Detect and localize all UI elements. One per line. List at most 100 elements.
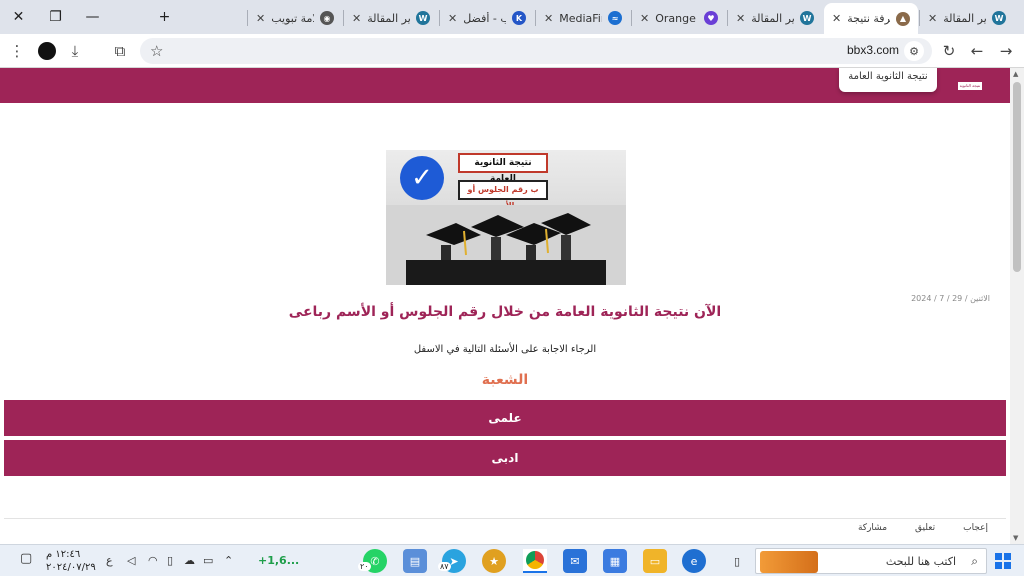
- divider: [4, 518, 1006, 519]
- file-explorer-icon[interactable]: ▭: [643, 549, 667, 573]
- windows-start-icon[interactable]: [995, 553, 1011, 569]
- wifi-icon[interactable]: ◠: [148, 554, 158, 567]
- chrome-icon: ◉: [320, 11, 334, 25]
- option-scientific-button[interactable]: علمى: [4, 400, 1006, 436]
- wordpress-icon: W: [416, 11, 430, 25]
- hero-label-title: نتيجة الثانوية العامة: [458, 153, 548, 184]
- search-highlight-image: [760, 551, 818, 573]
- tab-title: تحرير المقالة: [943, 11, 986, 25]
- tab-title: تحرير المقالة: [751, 11, 794, 25]
- profile-avatar[interactable]: [35, 39, 59, 63]
- language-indicator[interactable]: ع: [106, 554, 113, 567]
- tab-separator: [535, 10, 536, 26]
- browser-tab[interactable]: ▲ معرفة نتيجة ✕: [824, 3, 918, 34]
- close-tab-icon[interactable]: ✕: [352, 12, 361, 25]
- close-tab-icon[interactable]: ✕: [736, 12, 745, 25]
- taskbar-search[interactable]: ⌕ اكتب هنا للبحث: [755, 548, 987, 574]
- stock-widget[interactable]: +1,6...: [258, 554, 299, 567]
- browser-tab[interactable]: ≈ MediaFire ✕: [536, 4, 630, 32]
- browser-toolbar: ⋮ ⤓ ⧉ ☆ bbx3.com ⚙ ↻ ← →: [0, 34, 1024, 68]
- hero-image: ✓ نتيجة الثانوية العامة ب رقم الجلوس أو …: [386, 150, 626, 285]
- close-tab-icon[interactable]: ✕: [640, 12, 649, 25]
- tab-title: معرفة نتيجة: [847, 12, 890, 25]
- clock-date: ٢٠٢٤/٠٧/٢٩: [46, 562, 96, 573]
- option-literary-button[interactable]: ادبى: [4, 440, 1006, 476]
- task-view-icon[interactable]: ▯: [725, 549, 749, 573]
- forward-icon[interactable]: →: [994, 39, 1018, 63]
- browser-tab[interactable]: W تحرير المقالة ✕: [344, 4, 438, 32]
- tab-title: علامة تبويب: [271, 11, 314, 25]
- tab-separator: [343, 10, 344, 26]
- close-tab-icon[interactable]: ✕: [928, 12, 937, 25]
- tab-title: تحرير المقالة: [367, 11, 410, 25]
- address-bar[interactable]: ☆ bbx3.com ⚙: [140, 38, 932, 64]
- extensions-icon[interactable]: ⧉: [108, 39, 132, 63]
- post-date: الاثنين / 29 / 7 / 2024: [911, 294, 990, 303]
- comment-action[interactable]: تعليق: [915, 523, 935, 533]
- search-placeholder: اكتب هنا للبحث: [885, 555, 956, 568]
- system-clock[interactable]: ١٢:٤٦ م ٢٠٢٤/٠٧/٢٩: [46, 548, 96, 574]
- browser-tab[interactable]: W تحرير المقالة ✕: [920, 4, 1014, 32]
- download-icon[interactable]: ⤓: [63, 39, 87, 63]
- tab-separator: [631, 10, 632, 26]
- bookmark-icon: ♥: [704, 11, 718, 25]
- onedrive-icon[interactable]: ☁: [184, 554, 195, 567]
- bookmark-star-icon[interactable]: ☆: [150, 42, 163, 60]
- restore-window-button[interactable]: ❐: [37, 0, 74, 34]
- back-icon[interactable]: ←: [965, 39, 989, 63]
- page-scrollbar[interactable]: ▲ ▼: [1010, 68, 1024, 544]
- site-icon: ▲: [896, 11, 910, 26]
- mediafire-icon: ≈: [608, 11, 622, 25]
- hero-label-subtitle: ب رقم الجلوس أو الأسم: [458, 180, 548, 210]
- browser-tab[interactable]: W تحرير المقالة ✕: [728, 4, 822, 32]
- volume-icon[interactable]: ◁: [127, 554, 135, 567]
- windows-taskbar: ⌕ اكتب هنا للبحث ▯ e ▭ ▦ ✉ ★ ➤ ٨٧ ▤ ✆ ٢٠…: [0, 544, 1024, 576]
- new-tab-button[interactable]: +: [146, 0, 183, 34]
- site-info-icon[interactable]: ⚙: [904, 41, 924, 61]
- mail-icon[interactable]: ✉: [563, 549, 587, 573]
- close-window-button[interactable]: ✕: [0, 0, 37, 34]
- medal-app-icon[interactable]: ★: [482, 549, 506, 573]
- tab-title: Orange and: [655, 11, 698, 25]
- scrollbar-thumb[interactable]: [1013, 82, 1021, 272]
- notes-app-icon[interactable]: ▤: [403, 549, 427, 573]
- tab-title: MediaFire: [559, 11, 602, 25]
- store-icon[interactable]: ▦: [603, 549, 627, 573]
- chrome-taskbar-icon[interactable]: [523, 549, 547, 573]
- show-hidden-icons[interactable]: ⌃: [224, 554, 233, 567]
- clock-time: ١٢:٤٦ م: [46, 549, 81, 560]
- close-tab-icon[interactable]: ✕: [544, 12, 553, 25]
- tab-separator: [247, 10, 248, 26]
- browser-tab[interactable]: ◉ علامة تبويب ✕: [248, 4, 342, 32]
- k-icon: K: [512, 11, 526, 25]
- tab-separator: [439, 10, 440, 26]
- minimize-window-button[interactable]: —: [74, 0, 111, 34]
- scroll-up-icon[interactable]: ▲: [1013, 70, 1018, 78]
- like-action[interactable]: إعجاب: [963, 523, 988, 533]
- tab-separator: [727, 10, 728, 26]
- tab-separator: [919, 10, 920, 26]
- post-actions: إعجاب تعليق مشاركة: [858, 523, 988, 533]
- close-tab-icon[interactable]: ✕: [448, 12, 457, 25]
- site-logo[interactable]: نتيجة الثانوية العامة: [958, 82, 982, 96]
- menu-icon[interactable]: ⋮: [5, 39, 29, 63]
- reload-icon[interactable]: ↻: [937, 39, 961, 63]
- tab-strip: ✕ ❐ — + W تحرير المقالة ✕ ▲ معرفة نتيجة ✕ W تحر…: [0, 0, 1024, 34]
- page-title: الآن نتيجة الثانوية العامة من خلال رقم ا…: [288, 304, 722, 320]
- browser-tab[interactable]: K كاتب - أفضل ✕: [440, 4, 534, 32]
- battery-icon[interactable]: ▭: [203, 554, 213, 567]
- share-action[interactable]: مشاركة: [858, 523, 887, 533]
- section-title: الشعبة: [481, 372, 529, 388]
- search-icon: ⌕: [971, 554, 978, 568]
- notifications-icon[interactable]: ▢: [20, 551, 32, 566]
- instruction-text: الرجاء الاجابة على الأسئلة التالية في ال…: [413, 344, 597, 355]
- device-icon[interactable]: ▯: [167, 554, 173, 567]
- close-tab-icon[interactable]: ✕: [832, 12, 841, 25]
- scroll-down-icon[interactable]: ▼: [1013, 534, 1018, 542]
- close-tab-icon[interactable]: ✕: [256, 12, 265, 25]
- edge-icon[interactable]: e: [682, 549, 706, 573]
- graduates-illustration: [386, 205, 626, 285]
- browser-tab[interactable]: ♥ Orange and ✕: [632, 4, 726, 32]
- whatsapp-badge: ٢٠: [358, 562, 371, 571]
- nav-menu-item[interactable]: نتيجة الثانوية العامة: [839, 68, 937, 92]
